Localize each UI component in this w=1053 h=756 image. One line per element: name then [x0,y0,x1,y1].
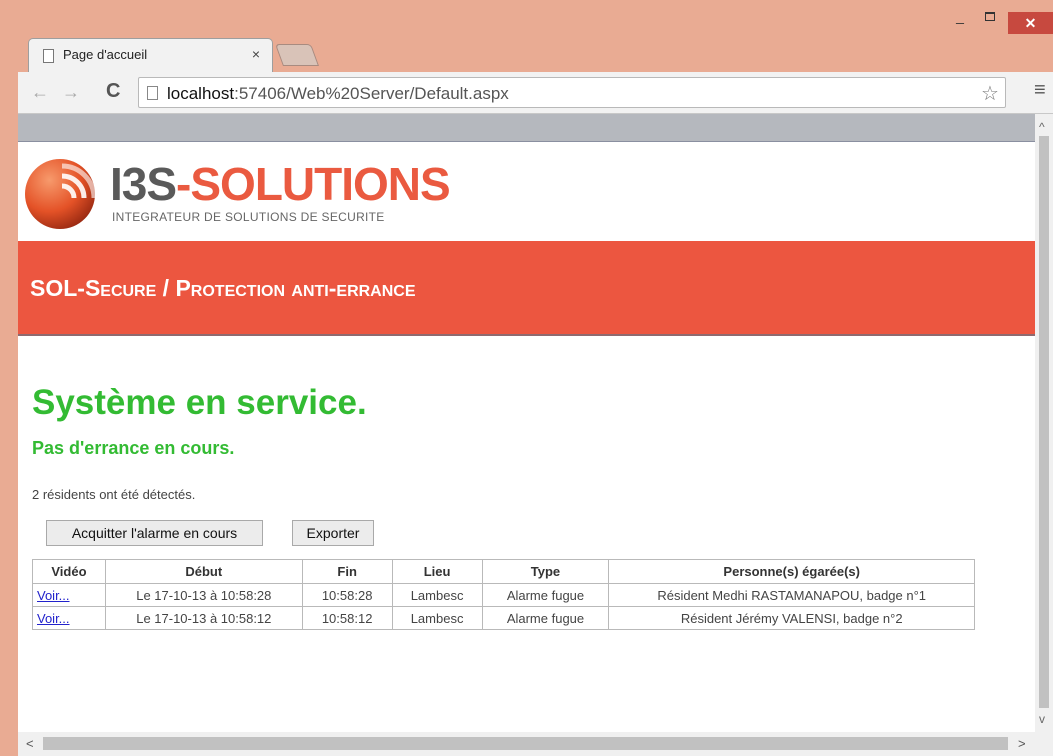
tab-title: Page d'accueil [63,47,148,62]
col-header-fin: Fin [301,559,393,584]
scroll-up-icon[interactable]: ^ [1039,120,1045,134]
brand-part1: I3S [110,158,177,210]
cell-personne: Résident Medhi RASTAMANAPOU, badge n°1 [608,583,975,607]
cell-lieu: Lambesc [391,583,483,607]
page-content: I3S-SOLUTIONS INTEGRATEUR DE SOLUTIONS D… [18,141,1035,732]
url-path: :57406/Web%20Server/Default.aspx [234,84,509,103]
bookmark-star-icon[interactable]: ☆ [981,81,999,106]
horizontal-scrollbar[interactable]: < > [18,732,1053,756]
acknowledge-alarm-button[interactable]: Acquitter l'alarme en cours [46,520,263,546]
col-header-personne: Personne(s) égarée(s) [608,559,975,584]
col-header-lieu: Lieu [391,559,483,584]
back-arrow-icon[interactable]: ← [31,82,49,103]
page-info-icon[interactable] [147,86,158,100]
address-bar[interactable]: localhost:57406/Web%20Server/Default.asp… [138,77,1006,108]
scroll-down-icon[interactable]: v [1039,712,1045,726]
scroll-right-icon[interactable]: > [1018,736,1026,751]
page-icon [43,49,54,63]
brand-name: I3S-SOLUTIONS [110,157,451,211]
maximize-icon [985,12,995,21]
cell-video: Voir... [32,606,106,630]
close-window-button[interactable]: ✕ [1008,12,1053,34]
tab-page-accueil[interactable]: Page d'accueil × [28,38,273,72]
table-row: Voir... Le 17-10-13 à 10:58:28 10:58:28 … [32,583,975,607]
horizontal-scroll-thumb[interactable] [43,737,1008,750]
cell-debut: Le 17-10-13 à 10:58:28 [104,583,303,607]
browser-window: Page d'accueil × _ ✕ ← → C localhost:574… [0,0,1053,756]
banner-title: SOL-Secure / Protection anti-errance [30,275,416,301]
cell-type: Alarme fugue [481,606,610,630]
video-link[interactable]: Voir... [37,611,70,626]
i3s-logo-icon [25,159,97,229]
system-status-title: Système en service. [32,383,367,422]
export-button[interactable]: Exporter [292,520,374,546]
title-banner: SOL-Secure / Protection anti-errance [18,241,1035,336]
cell-personne: Résident Jérémy VALENSI, badge n°2 [608,606,975,630]
residents-count: 2 résidents ont été détectés. [32,487,196,502]
cell-video: Voir... [32,583,106,607]
new-tab-button[interactable] [274,44,320,66]
cell-fin: 10:58:28 [301,583,393,607]
table-row: Voir... Le 17-10-13 à 10:58:12 10:58:12 … [32,606,975,630]
page-top-band [18,114,1035,141]
vertical-scroll-thumb[interactable] [1039,136,1049,708]
brand-tagline: INTEGRATEUR DE SOLUTIONS DE SECURITE [112,210,385,224]
col-header-video: Vidéo [32,559,106,584]
scroll-left-icon[interactable]: < [26,736,34,751]
forward-arrow-icon[interactable]: → [62,82,80,103]
browser-toolbar: ← → C localhost:57406/Web%20Server/Defau… [18,72,1053,114]
url-host: localhost [167,84,235,103]
vertical-scrollbar[interactable]: ^ v [1035,114,1053,732]
cell-fin: 10:58:12 [301,606,393,630]
system-status-subtitle: Pas d'errance en cours. [32,438,235,458]
menu-icon[interactable]: ≡ [1034,79,1046,102]
col-header-debut: Début [104,559,303,584]
tab-close-icon[interactable]: × [252,46,260,62]
cell-lieu: Lambesc [391,606,483,630]
alarm-table: Vidéo Début Fin Lieu Type Personne(s) ég… [32,559,975,630]
video-link[interactable]: Voir... [37,588,70,603]
minimize-button[interactable]: _ [950,8,970,28]
brand-part2: -SOLUTIONS [176,158,451,210]
cell-debut: Le 17-10-13 à 10:58:12 [104,606,303,630]
url-text[interactable]: localhost:57406/Web%20Server/Default.asp… [167,84,509,104]
col-header-type: Type [481,559,610,584]
maximize-button[interactable] [980,8,1000,28]
cell-type: Alarme fugue [481,583,610,607]
reload-icon[interactable]: C [106,80,120,103]
table-header-row: Vidéo Début Fin Lieu Type Personne(s) ég… [32,559,975,584]
